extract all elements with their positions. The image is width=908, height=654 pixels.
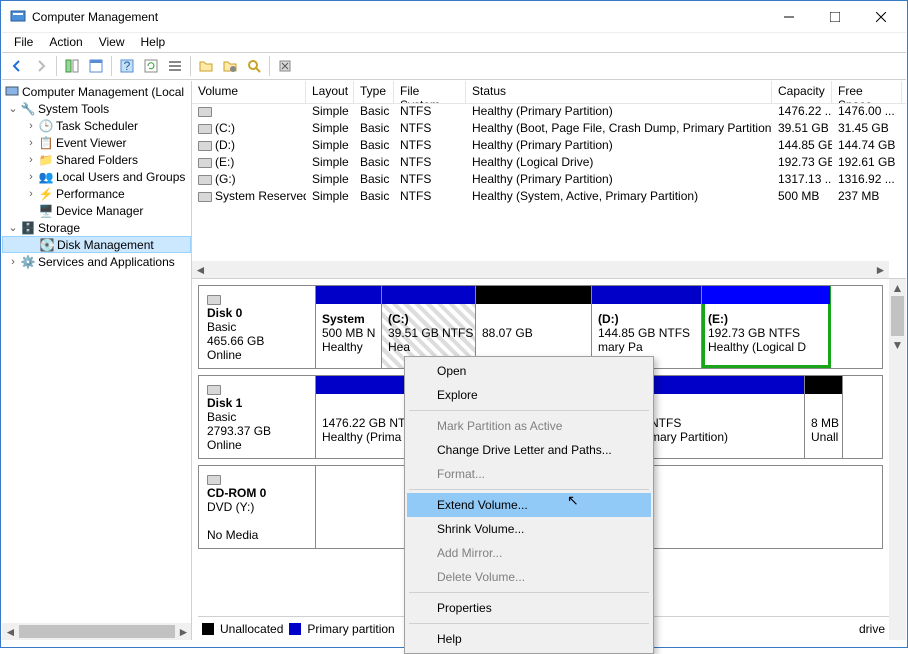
computer-icon bbox=[4, 84, 20, 100]
show-hide-tree-button[interactable] bbox=[61, 55, 83, 77]
folder-icon: 📁 bbox=[38, 152, 54, 168]
tree-device-manager[interactable]: 🖥️Device Manager bbox=[2, 202, 191, 219]
maximize-button[interactable] bbox=[812, 2, 858, 32]
tree-root[interactable]: Computer Management (Local bbox=[2, 83, 191, 100]
titlebar[interactable]: Computer Management bbox=[2, 2, 906, 32]
performance-icon: ⚡ bbox=[38, 186, 54, 202]
menubar: File Action View Help bbox=[2, 32, 906, 52]
forward-button[interactable] bbox=[30, 55, 52, 77]
partition[interactable]: (E:)192.73 GB NTFSHealthy (Logical D bbox=[702, 286, 831, 368]
expand-icon[interactable]: › bbox=[24, 154, 38, 166]
list-row[interactable]: (D:)SimpleBasicNTFSHealthy (Primary Part… bbox=[192, 138, 906, 155]
swatch-primary bbox=[289, 623, 301, 635]
tree-performance[interactable]: ›⚡Performance bbox=[2, 185, 191, 202]
storage-icon: 🗄️ bbox=[20, 220, 36, 236]
partition[interactable]: System500 MB NHealthy bbox=[316, 286, 382, 368]
menu-view[interactable]: View bbox=[91, 33, 133, 52]
expand-icon[interactable]: › bbox=[24, 137, 38, 149]
help-icon[interactable]: ? bbox=[116, 55, 138, 77]
tree-hscrollbar[interactable]: ◄► bbox=[2, 623, 192, 640]
expand-icon[interactable]: › bbox=[24, 188, 38, 200]
services-icon: ⚙️ bbox=[20, 254, 36, 270]
clock-icon: 🕒 bbox=[38, 118, 54, 134]
list-header[interactable]: Volume Layout Type File System Status Ca… bbox=[192, 81, 906, 104]
ctx-shrink-volume[interactable]: Shrink Volume... bbox=[407, 517, 651, 541]
header-status[interactable]: Status bbox=[466, 81, 772, 103]
collapse-icon[interactable]: ⌄ bbox=[6, 221, 20, 234]
header-freespace[interactable]: Free Space bbox=[832, 81, 902, 103]
ctx-format: Format... bbox=[407, 462, 651, 486]
ctx-open[interactable]: Open bbox=[407, 359, 651, 383]
properties-icon[interactable] bbox=[85, 55, 107, 77]
svg-text:?: ? bbox=[124, 59, 131, 73]
list-row[interactable]: SimpleBasicNTFSHealthy (Primary Partitio… bbox=[192, 104, 906, 121]
ctx-help[interactable]: Help bbox=[407, 627, 651, 651]
collapse-icon[interactable]: ⌄ bbox=[6, 102, 20, 115]
swatch-unallocated bbox=[202, 623, 214, 635]
tree-system-tools[interactable]: ⌄🔧System Tools bbox=[2, 100, 191, 117]
navigation-tree[interactable]: Computer Management (Local ⌄🔧System Tool… bbox=[2, 81, 192, 640]
refresh-icon[interactable] bbox=[140, 55, 162, 77]
folder-gear-icon[interactable] bbox=[219, 55, 241, 77]
ctx-change-letter[interactable]: Change Drive Letter and Paths... bbox=[407, 438, 651, 462]
list-row[interactable]: (G:)SimpleBasicNTFSHealthy (Primary Part… bbox=[192, 172, 906, 189]
tree-services[interactable]: ›⚙️Services and Applications bbox=[2, 253, 191, 270]
list-row[interactable]: (E:)SimpleBasicNTFSHealthy (Logical Driv… bbox=[192, 155, 906, 172]
list-icon[interactable] bbox=[164, 55, 186, 77]
ctx-properties[interactable]: Properties bbox=[407, 596, 651, 620]
cursor-icon: ↖ bbox=[567, 492, 579, 509]
ctx-add-mirror: Add Mirror... bbox=[407, 541, 651, 565]
tree-storage[interactable]: ⌄🗄️Storage bbox=[2, 219, 191, 236]
tree-local-users[interactable]: ›👥Local Users and Groups bbox=[2, 168, 191, 185]
expand-icon[interactable]: › bbox=[6, 256, 20, 268]
toolbar: ? bbox=[2, 52, 906, 80]
disk-icon: 💽 bbox=[39, 237, 55, 253]
list-row[interactable]: System ReservedSimpleBasicNTFSHealthy (S… bbox=[192, 189, 906, 206]
window-title: Computer Management bbox=[32, 10, 766, 24]
tree-disk-management[interactable]: 💽Disk Management bbox=[2, 236, 191, 253]
header-layout[interactable]: Layout bbox=[306, 81, 354, 103]
close-button[interactable] bbox=[858, 2, 904, 32]
expand-icon[interactable]: › bbox=[24, 120, 38, 132]
folder-open-icon[interactable] bbox=[195, 55, 217, 77]
volume-list: Volume Layout Type File System Status Ca… bbox=[192, 81, 906, 279]
back-button[interactable] bbox=[6, 55, 28, 77]
expand-icon[interactable]: › bbox=[24, 171, 38, 183]
tools-icon: 🔧 bbox=[20, 101, 36, 117]
app-icon bbox=[10, 9, 26, 25]
minimize-button[interactable] bbox=[766, 2, 812, 32]
users-icon: 👥 bbox=[38, 169, 54, 185]
device-icon: 🖥️ bbox=[38, 203, 54, 219]
tree-event-viewer[interactable]: ›📋Event Viewer bbox=[2, 134, 191, 151]
context-menu: Open Explore Mark Partition as Active Ch… bbox=[404, 356, 654, 654]
header-type[interactable]: Type bbox=[354, 81, 394, 103]
ctx-mark-active: Mark Partition as Active bbox=[407, 414, 651, 438]
list-row[interactable]: (C:)SimpleBasicNTFSHealthy (Boot, Page F… bbox=[192, 121, 906, 138]
disk-vscrollbar[interactable]: ▲▼ bbox=[889, 279, 906, 640]
menu-file[interactable]: File bbox=[6, 33, 41, 52]
menu-help[interactable]: Help bbox=[133, 33, 174, 52]
header-capacity[interactable]: Capacity bbox=[772, 81, 832, 103]
tree-shared-folders[interactable]: ›📁Shared Folders bbox=[2, 151, 191, 168]
event-icon: 📋 bbox=[38, 135, 54, 151]
disk-info[interactable]: Disk 1Basic2793.37 GBOnline bbox=[199, 376, 316, 458]
list-hscrollbar[interactable]: ◄► bbox=[192, 261, 889, 278]
partition[interactable]: NTFSmary Partition) bbox=[644, 376, 805, 458]
tree-task-scheduler[interactable]: ›🕒Task Scheduler bbox=[2, 117, 191, 134]
header-volume[interactable]: Volume bbox=[192, 81, 306, 103]
partition[interactable]: 8 MBUnall bbox=[805, 376, 843, 458]
find-icon[interactable] bbox=[243, 55, 265, 77]
header-filesystem[interactable]: File System bbox=[394, 81, 466, 103]
ctx-delete-volume: Delete Volume... bbox=[407, 565, 651, 589]
disk-info[interactable]: CD-ROM 0DVD (Y:)No Media bbox=[199, 466, 316, 548]
ctx-extend-volume[interactable]: Extend Volume... bbox=[407, 493, 651, 517]
disk-info[interactable]: Disk 0Basic465.66 GBOnline bbox=[199, 286, 316, 368]
menu-action[interactable]: Action bbox=[41, 33, 90, 52]
wizard-icon[interactable] bbox=[274, 55, 296, 77]
ctx-explore[interactable]: Explore bbox=[407, 383, 651, 407]
